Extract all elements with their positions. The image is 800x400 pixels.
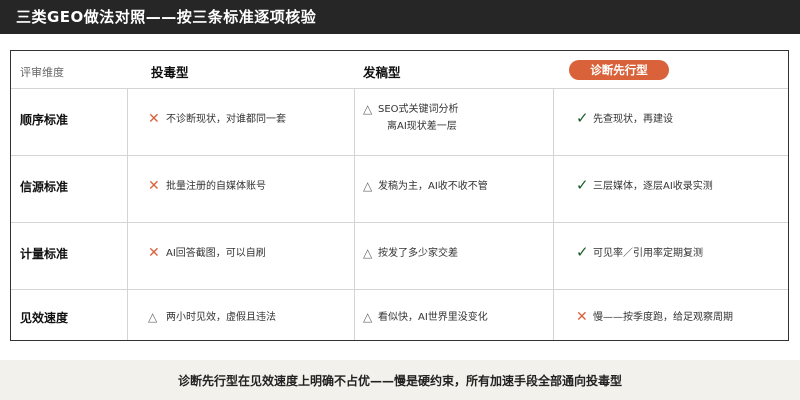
cross-icon: ✕	[148, 245, 160, 261]
table-header-row: 评审维度 投毒型 发稿型 诊断先行型	[11, 51, 788, 88]
triangle-icon: △	[363, 179, 373, 193]
comparison-table: 评审维度 投毒型 发稿型 诊断先行型 顺序标准 ✕ 不诊断现状，对谁都同一套 △…	[10, 50, 789, 341]
footer-text: 诊断先行型在见效速度上明确不占优——慢是硬约束，所有加速手段全部通向投毒型	[177, 374, 622, 388]
page-header: 三类GEO做法对照——按三条标准逐项核验	[0, 0, 800, 34]
triangle-icon: △	[363, 310, 373, 324]
cell-text: 发稿为主，AI收不收不管	[378, 181, 488, 192]
cross-icon: ✕	[576, 309, 588, 325]
cell-text: 两小时见效，虚假且违法	[166, 312, 276, 323]
triangle-icon: △	[148, 310, 158, 324]
column-header-poison: 投毒型	[151, 65, 189, 80]
table-row: 信源标准 ✕ 批量注册的自媒体账号 △ 发稿为主，AI收不收不管 ✓ 三层媒体，…	[11, 156, 788, 222]
page-title: 三类GEO做法对照——按三条标准逐项核验	[16, 8, 317, 26]
check-icon: ✓	[576, 109, 589, 127]
cell-text: AI回答截图，可以自刷	[166, 248, 266, 259]
cell-text: 可见率／引用率定期复测	[593, 248, 703, 259]
cell-text: 按发了多少家交差	[378, 248, 458, 259]
check-icon: ✓	[576, 176, 589, 194]
dimension-label: 顺序标准	[20, 113, 69, 127]
cell-text: 不诊断现状，对谁都同一套	[166, 114, 286, 125]
dimension-label: 计量标准	[20, 247, 69, 261]
column-header-diagnosis-badge: 诊断先行型	[569, 60, 669, 80]
cell-text: 慢——按季度跑，给足观察周期	[593, 312, 733, 323]
triangle-icon: △	[363, 246, 373, 260]
table-row: 见效速度 △ 两小时见效，虚假且违法 △ 看似快，AI世界里没变化 ✕ 慢——按…	[11, 290, 788, 340]
check-icon: ✓	[576, 243, 589, 261]
cross-icon: ✕	[148, 111, 160, 127]
footer-note: 诊断先行型在见效速度上明确不占优——慢是硬约束，所有加速手段全部通向投毒型	[0, 360, 800, 400]
cell-text-line2: 离AI现状差一层	[387, 121, 457, 132]
cell-text: 看似快，AI世界里没变化	[378, 312, 488, 323]
dimension-label: 信源标准	[20, 180, 69, 194]
triangle-icon: △	[363, 102, 373, 116]
column-header-publish: 发稿型	[363, 65, 401, 80]
cell-text-line1: SEO式关键词分析	[378, 104, 459, 115]
cross-icon: ✕	[148, 178, 160, 194]
dimension-header: 评审维度	[20, 66, 64, 79]
cell-text: 三层媒体，逐层AI收录实测	[593, 181, 713, 192]
table-row: 计量标准 ✕ AI回答截图，可以自刷 △ 按发了多少家交差 ✓ 可见率／引用率定…	[11, 223, 788, 289]
table-row: 顺序标准 ✕ 不诊断现状，对谁都同一套 △ SEO式关键词分析 离AI现状差一层…	[11, 89, 788, 155]
cell-text: 批量注册的自媒体账号	[166, 181, 266, 192]
cell-text: 先查现状，再建设	[593, 114, 673, 125]
dimension-label: 见效速度	[20, 311, 69, 325]
